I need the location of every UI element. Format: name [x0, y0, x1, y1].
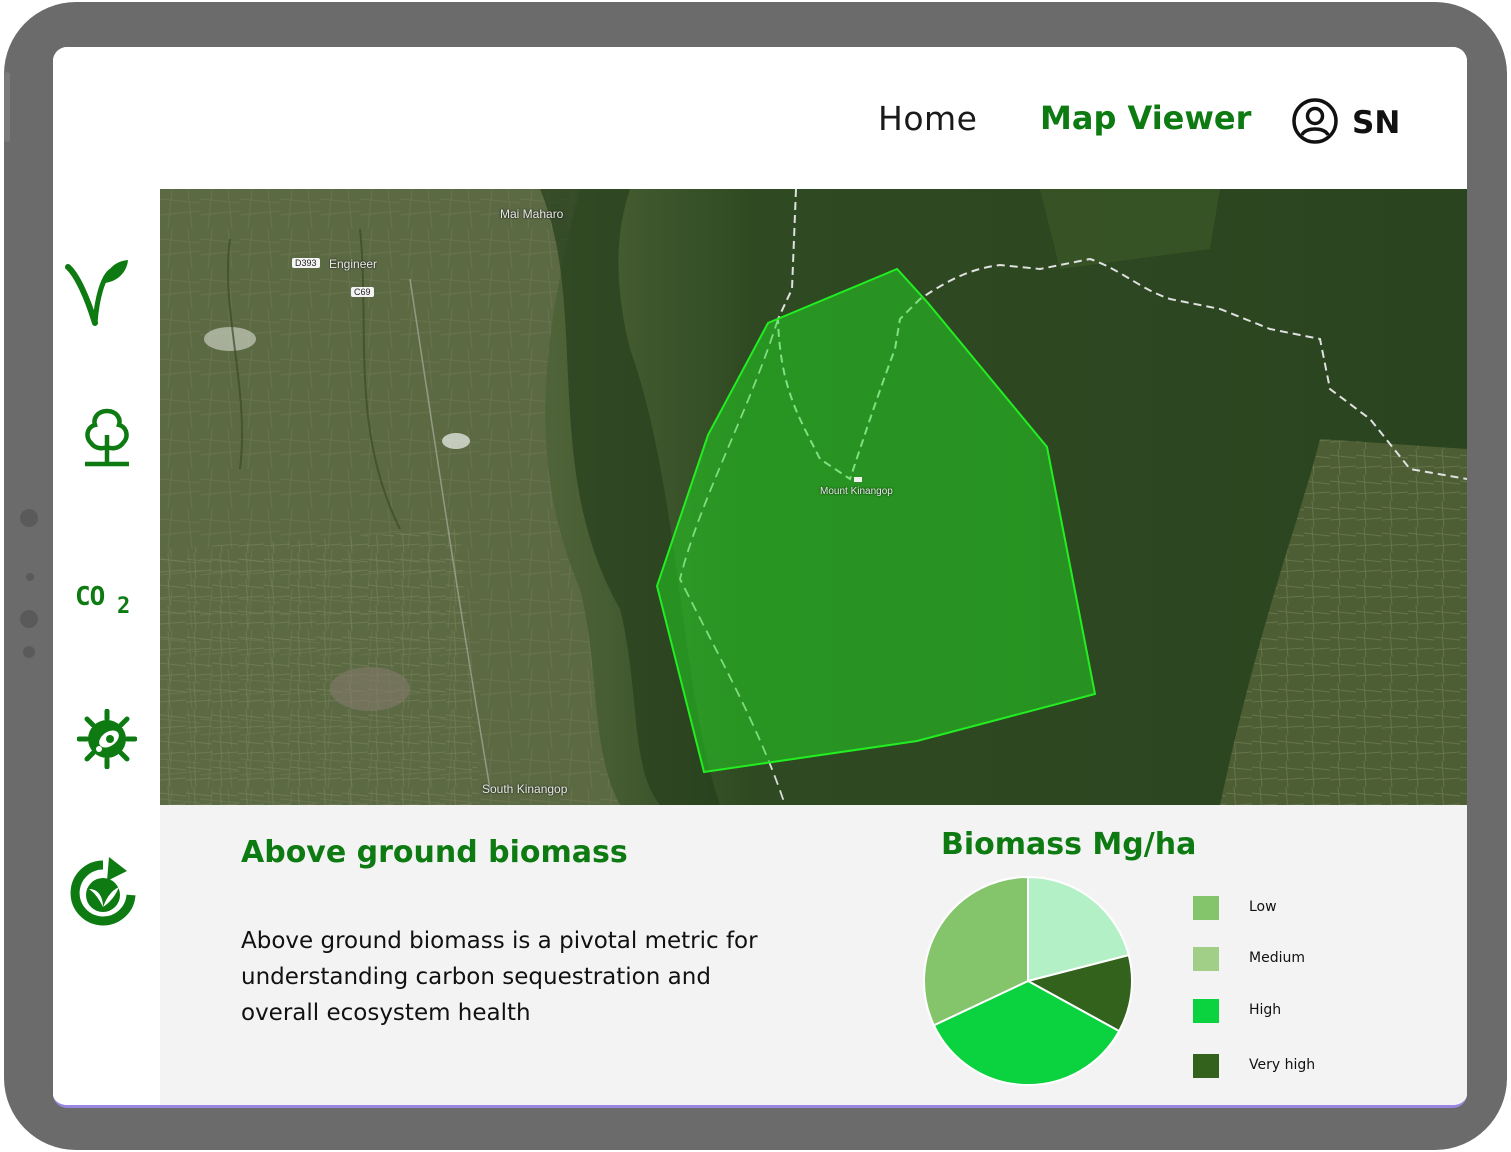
camera-dot — [20, 610, 38, 628]
legend-swatch — [1193, 999, 1219, 1023]
info-panel: Above ground biomass Above ground biomas… — [160, 805, 1467, 1105]
legend-swatch — [1193, 1054, 1219, 1078]
user-avatar-icon[interactable] — [1291, 97, 1339, 145]
info-description: Above ground biomass is a pivotal metric… — [241, 928, 758, 1026]
tree-icon[interactable] — [81, 407, 133, 469]
sidebar: CO 2 — [53, 187, 160, 1105]
side-button — [4, 72, 10, 142]
co2-label: CO — [75, 582, 105, 612]
legend-label: Low — [1249, 899, 1277, 915]
map-label-engineer: Engineer — [329, 257, 378, 271]
satellite-map[interactable]: Mai Maharo D393 Engineer C69 Mount Kinan… — [160, 189, 1467, 805]
sensor-dot — [26, 573, 34, 581]
map-canvas[interactable] — [160, 189, 1467, 805]
chart-title: Biomass Mg/ha — [941, 827, 1197, 862]
map-label-south-kinangop: South Kinangop — [482, 782, 568, 796]
nav-home-link[interactable]: Home — [878, 99, 977, 138]
legend-label: High — [1249, 1002, 1282, 1018]
sensor-dot — [23, 646, 35, 658]
nav-map-viewer-link[interactable]: Map Viewer — [1040, 99, 1251, 137]
legend-swatch — [1193, 947, 1219, 971]
camera-dot — [20, 509, 38, 527]
top-nav-bar: Home Map Viewer SN — [53, 47, 1467, 187]
vegetation-icon[interactable] — [65, 257, 131, 327]
recycle-leaf-icon[interactable] — [69, 857, 137, 927]
legend-label: Medium — [1249, 950, 1305, 966]
road-badge-d393: D393 — [292, 258, 320, 268]
co2-icon[interactable]: CO 2 — [75, 582, 145, 622]
co2-subscript: 2 — [117, 594, 131, 619]
road-badge-c69: C69 — [351, 287, 374, 297]
map-label-mai-maharo: Mai Maharo — [500, 207, 564, 221]
bug-icon[interactable] — [77, 709, 137, 769]
info-title: Above ground biomass — [241, 835, 628, 870]
user-initials[interactable]: SN — [1352, 105, 1400, 141]
biomass-pie-chart — [923, 875, 1133, 1086]
map-label-mount-kinangop: Mount Kinangop — [820, 486, 893, 497]
legend-label: Very high — [1249, 1057, 1316, 1073]
legend-swatch — [1193, 896, 1219, 920]
app-screen: Home Map Viewer SN CO 2 Mai Maharo D393 … — [53, 47, 1467, 1108]
